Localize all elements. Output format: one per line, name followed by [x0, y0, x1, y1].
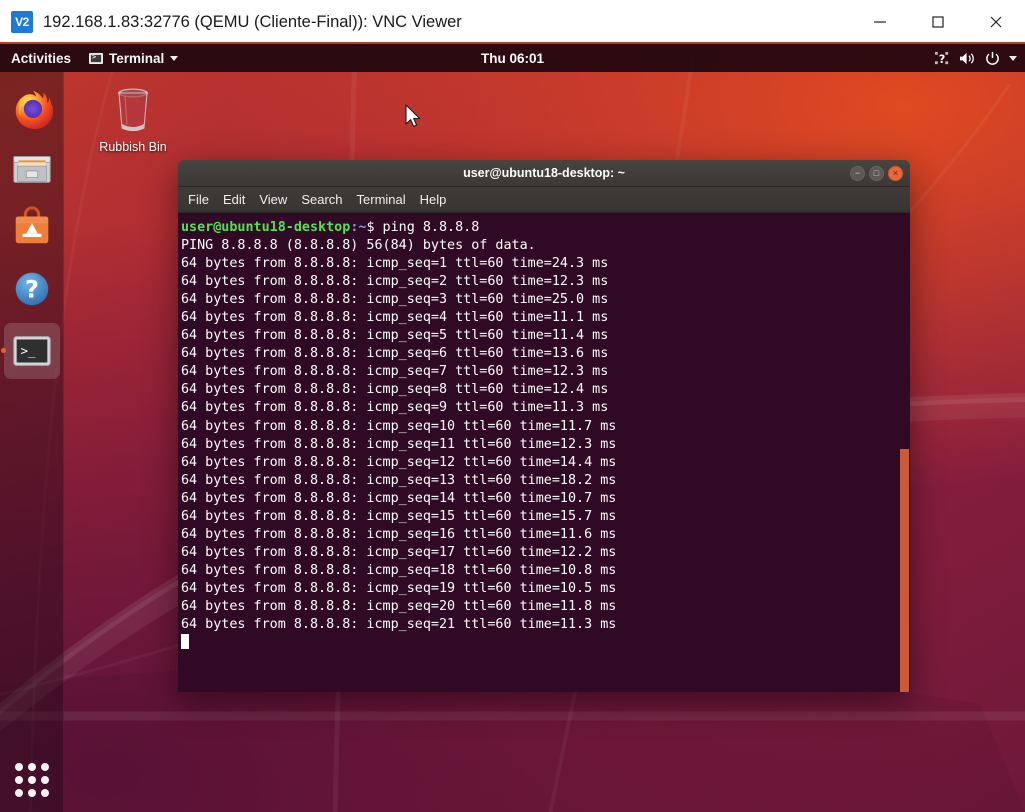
- terminal-titlebar[interactable]: user@ubuntu18-desktop: ~ − □ ×: [178, 160, 910, 187]
- terminal-scrollbar-thumb[interactable]: [900, 449, 909, 692]
- terminal-output-line: PING 8.8.8.8 (8.8.8.8) 56(84) bytes of d…: [181, 237, 910, 255]
- vnc-window-title: 192.168.1.83:32776 (QEMU (Cliente-Final)…: [43, 13, 462, 32]
- prompt-symbol-and-command: $ ping 8.8.8.8: [366, 220, 479, 235]
- maximize-button[interactable]: [909, 0, 967, 44]
- system-menu-chevron-icon[interactable]: [1009, 56, 1017, 61]
- minimize-button[interactable]: [851, 0, 909, 44]
- terminal-menubar: File Edit View Search Terminal Help: [178, 187, 910, 213]
- terminal-output-line: 64 bytes from 8.8.8.8: icmp_seq=14 ttl=6…: [181, 490, 910, 508]
- terminal-window: user@ubuntu18-desktop: ~ − □ × File Edit…: [178, 160, 910, 692]
- terminal-output-line: 64 bytes from 8.8.8.8: icmp_seq=9 ttl=60…: [181, 399, 910, 417]
- launcher-dock: ? >_: [0, 72, 64, 812]
- firefox-icon: [9, 84, 55, 130]
- terminal-output-line: 64 bytes from 8.8.8.8: icmp_seq=20 ttl=6…: [181, 598, 910, 616]
- menu-file[interactable]: File: [188, 192, 209, 207]
- activities-button[interactable]: Activities: [0, 44, 80, 72]
- ubuntu-software-icon: [9, 204, 55, 250]
- terminal-cursor: [181, 634, 189, 649]
- terminal-output-line: 64 bytes from 8.8.8.8: icmp_seq=19 ttl=6…: [181, 580, 910, 598]
- terminal-output-line: 64 bytes from 8.8.8.8: icmp_seq=6 ttl=60…: [181, 345, 910, 363]
- top-bar-tray[interactable]: ?: [935, 44, 1017, 72]
- gnome-top-bar: Activities Terminal Thu 06:01 ?: [0, 44, 1025, 72]
- menu-help[interactable]: Help: [420, 192, 447, 207]
- terminal-scrollbar[interactable]: [898, 213, 910, 692]
- terminal-output-line: 64 bytes from 8.8.8.8: icmp_seq=5 ttl=60…: [181, 327, 910, 345]
- terminal-output-line: 64 bytes from 8.8.8.8: icmp_seq=10 ttl=6…: [181, 418, 910, 436]
- terminal-icon: [89, 53, 103, 64]
- app-menu-terminal[interactable]: Terminal: [80, 44, 187, 72]
- vnc-window-controls: [851, 0, 1025, 44]
- trash-bin-icon: [109, 84, 157, 136]
- vnc-titlebar[interactable]: V2 192.168.1.83:32776 (QEMU (Cliente-Fin…: [0, 0, 1025, 44]
- vnc-viewer-window: V2 192.168.1.83:32776 (QEMU (Cliente-Fin…: [0, 0, 1025, 812]
- dock-item-terminal[interactable]: >_: [0, 320, 64, 382]
- terminal-output-line: 64 bytes from 8.8.8.8: icmp_seq=21 ttl=6…: [181, 616, 910, 634]
- terminal-output-line: 64 bytes from 8.8.8.8: icmp_seq=11 ttl=6…: [181, 436, 910, 454]
- desktop-icon-trash[interactable]: Rubbish Bin: [92, 84, 174, 154]
- activities-label: Activities: [11, 51, 71, 66]
- ubuntu-desktop: Activities Terminal Thu 06:01 ?: [0, 44, 1025, 812]
- accessibility-icon[interactable]: ?: [935, 51, 950, 66]
- help-icon: ?: [9, 266, 55, 312]
- terminal-output-line: 64 bytes from 8.8.8.8: icmp_seq=13 ttl=6…: [181, 472, 910, 490]
- terminal-text: user@ubuntu18-desktop:~$ ping 8.8.8.8PIN…: [180, 219, 910, 652]
- files-cabinet-icon: [9, 146, 55, 192]
- terminal-maximize-button[interactable]: □: [869, 166, 884, 181]
- terminal-icon: >_: [9, 328, 55, 374]
- terminal-output-line: 64 bytes from 8.8.8.8: icmp_seq=2 ttl=60…: [181, 273, 910, 291]
- vnc-logo-icon: V2: [11, 11, 33, 33]
- terminal-prompt-line: user@ubuntu18-desktop:~$ ping 8.8.8.8: [181, 219, 910, 237]
- terminal-output-line: 64 bytes from 8.8.8.8: icmp_seq=12 ttl=6…: [181, 454, 910, 472]
- close-button[interactable]: [967, 0, 1025, 44]
- terminal-window-title: user@ubuntu18-desktop: ~: [463, 166, 625, 180]
- mouse-cursor: [404, 104, 422, 130]
- terminal-output-line: 64 bytes from 8.8.8.8: icmp_seq=4 ttl=60…: [181, 309, 910, 327]
- terminal-output-line: 64 bytes from 8.8.8.8: icmp_seq=17 ttl=6…: [181, 544, 910, 562]
- dock-item-ubuntu-software[interactable]: [0, 196, 64, 258]
- svg-text:>_: >_: [21, 343, 36, 358]
- dock-item-help[interactable]: ?: [0, 258, 64, 320]
- dock-item-files[interactable]: [0, 138, 64, 200]
- terminal-output-line: 64 bytes from 8.8.8.8: icmp_seq=8 ttl=60…: [181, 381, 910, 399]
- terminal-output-line: 64 bytes from 8.8.8.8: icmp_seq=3 ttl=60…: [181, 291, 910, 309]
- menu-edit[interactable]: Edit: [223, 192, 245, 207]
- svg-text:?: ?: [25, 276, 39, 304]
- terminal-cursor-line: [181, 634, 910, 652]
- trash-label: Rubbish Bin: [99, 140, 166, 154]
- svg-text:?: ?: [939, 53, 946, 66]
- terminal-window-controls: − □ ×: [850, 160, 903, 187]
- menu-view[interactable]: View: [259, 192, 287, 207]
- terminal-output-line: 64 bytes from 8.8.8.8: icmp_seq=18 ttl=6…: [181, 562, 910, 580]
- terminal-output-line: 64 bytes from 8.8.8.8: icmp_seq=7 ttl=60…: [181, 363, 910, 381]
- prompt-user-host: user@ubuntu18-desktop: [181, 220, 350, 235]
- top-bar-left: Activities Terminal: [0, 44, 187, 72]
- chevron-down-icon: [170, 56, 178, 61]
- terminal-minimize-button[interactable]: −: [850, 166, 865, 181]
- apps-grid-icon: [15, 763, 49, 797]
- prompt-path: :~: [350, 220, 366, 235]
- show-applications-button[interactable]: [0, 748, 64, 812]
- terminal-output-line: 64 bytes from 8.8.8.8: icmp_seq=1 ttl=60…: [181, 255, 910, 273]
- power-icon[interactable]: [985, 51, 1000, 66]
- terminal-output-area[interactable]: user@ubuntu18-desktop:~$ ping 8.8.8.8PIN…: [178, 213, 910, 692]
- terminal-output-line: 64 bytes from 8.8.8.8: icmp_seq=15 ttl=6…: [181, 508, 910, 526]
- terminal-close-button[interactable]: ×: [888, 166, 903, 181]
- volume-icon[interactable]: [959, 51, 976, 66]
- menu-terminal[interactable]: Terminal: [357, 192, 406, 207]
- menu-search[interactable]: Search: [301, 192, 342, 207]
- terminal-output-line: 64 bytes from 8.8.8.8: icmp_seq=16 ttl=6…: [181, 526, 910, 544]
- app-menu-label: Terminal: [109, 51, 164, 66]
- dock-item-firefox[interactable]: [0, 76, 64, 138]
